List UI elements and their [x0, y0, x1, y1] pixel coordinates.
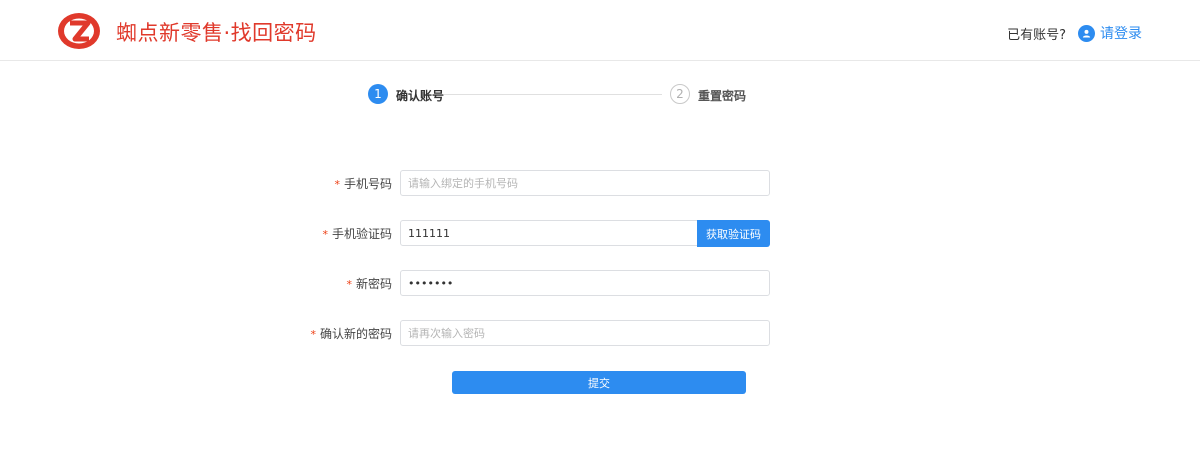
user-icon: [1078, 24, 1095, 42]
required-mark: *: [310, 328, 316, 341]
step-2-label: 重置密码: [698, 89, 747, 103]
new-password-label: * 新密码: [346, 277, 392, 291]
confirm-password-label: * 确认新的密码: [310, 327, 392, 341]
confirm-password-input[interactable]: [400, 320, 770, 346]
has-account-text: 已有账号?: [1007, 27, 1066, 43]
phone-row: * 手机号码: [0, 170, 1200, 196]
logo-icon: [58, 13, 100, 49]
confirm-password-row: * 确认新的密码: [0, 320, 1200, 346]
new-password-input[interactable]: [400, 270, 770, 296]
new-password-row: * 新密码: [0, 270, 1200, 296]
steps-progress: 1 确认账号 2 重置密码: [368, 84, 768, 106]
required-mark: *: [346, 278, 352, 291]
code-label: * 手机验证码: [322, 227, 392, 241]
brand-title: 蜘点新零售·找回密码: [116, 21, 317, 45]
get-code-button[interactable]: 获取验证码: [697, 220, 770, 247]
phone-label: * 手机号码: [334, 177, 392, 191]
header: 蜘点新零售·找回密码 已有账号? 请登录: [0, 0, 1200, 61]
step-1-label: 确认账号: [396, 89, 445, 103]
login-link[interactable]: 请登录: [1078, 23, 1142, 43]
phone-input[interactable]: [400, 170, 770, 196]
step-connector-line: [444, 94, 662, 95]
header-account-area: 已有账号? 请登录: [1007, 23, 1142, 43]
required-mark: *: [334, 178, 340, 191]
submit-button[interactable]: 提交: [452, 371, 746, 394]
required-mark: *: [322, 228, 328, 241]
code-row: *手机验证码 获取验证码: [0, 220, 1200, 247]
code-input[interactable]: [400, 220, 698, 246]
step-1-circle: 1: [368, 84, 388, 104]
login-link-label: 请登录: [1100, 26, 1142, 42]
step-2-circle: 2: [670, 84, 690, 104]
